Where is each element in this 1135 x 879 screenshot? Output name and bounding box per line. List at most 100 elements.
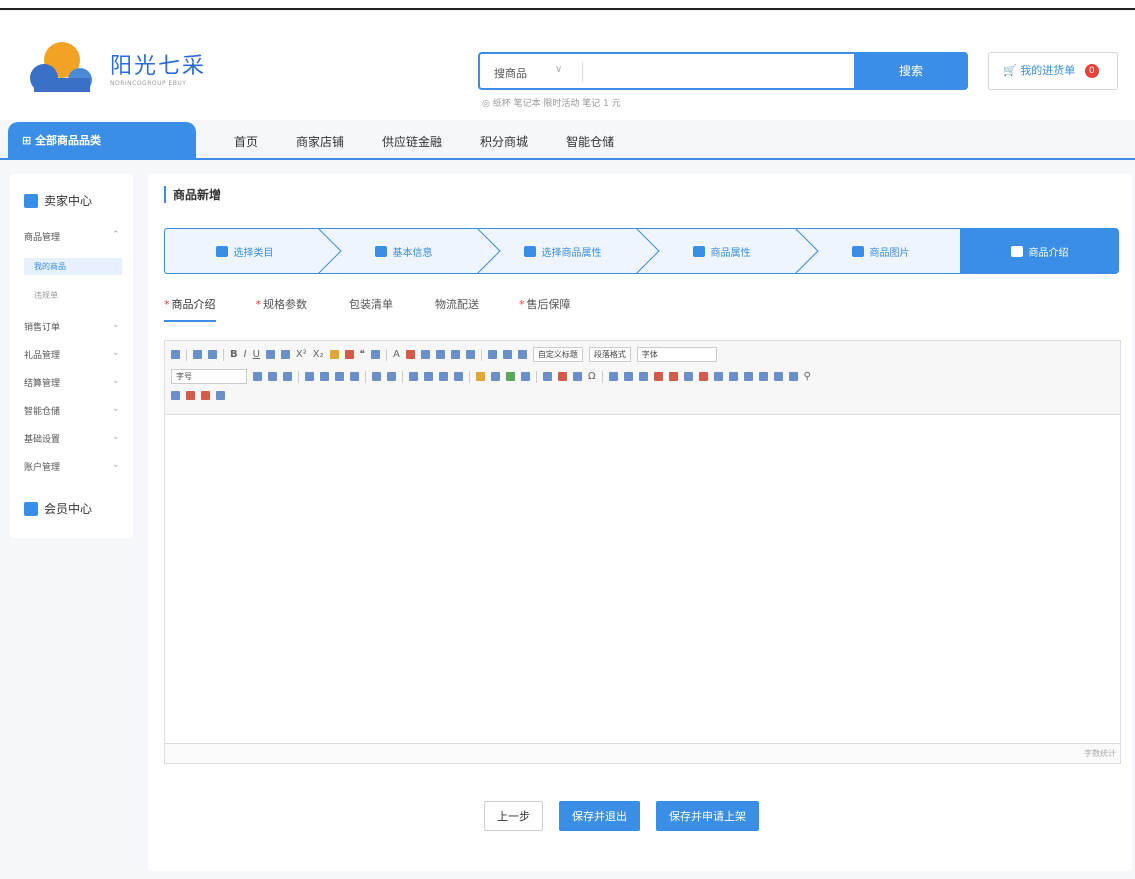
insert-col-icon[interactable] — [683, 372, 693, 381]
nav-item-shops[interactable]: 商家店铺 — [296, 133, 344, 150]
search-category[interactable]: 搜商品 — [494, 65, 527, 81]
search-replace-icon[interactable]: ⚲ — [804, 371, 811, 382]
background-icon[interactable] — [201, 391, 210, 400]
date-icon[interactable] — [558, 372, 567, 381]
italic-icon[interactable]: I — [244, 349, 247, 360]
insert-table-icon[interactable] — [608, 372, 618, 381]
image-right-icon[interactable] — [424, 372, 433, 381]
align-center-icon[interactable] — [320, 372, 329, 381]
chevron-down-icon[interactable]: ⌄ — [112, 376, 120, 386]
chevron-down-icon[interactable]: ⌄ — [112, 320, 120, 330]
paragraph-spacing-icon[interactable] — [502, 350, 512, 359]
font-family-select[interactable]: 字体 — [636, 347, 717, 362]
merge-right-icon[interactable] — [728, 372, 738, 381]
superscript-icon[interactable]: X² — [296, 349, 307, 360]
brand-name[interactable]: 阳光七采 — [110, 48, 206, 80]
map-icon[interactable] — [521, 372, 530, 381]
image-left-icon[interactable] — [409, 372, 418, 381]
tab-after-sales[interactable]: * 售后保障 — [519, 296, 571, 322]
bold-icon[interactable]: B — [230, 349, 238, 360]
image-center-icon[interactable] — [454, 372, 463, 381]
redo-icon[interactable] — [208, 350, 217, 359]
hot-words[interactable]: ◎ 纸杯 笔记本 限时活动 笔记 1 元 — [482, 96, 621, 109]
align-right-icon[interactable] — [335, 372, 344, 381]
sidebar-item-gifts[interactable]: 礼品管理 — [24, 348, 60, 361]
select-all-icon[interactable] — [450, 350, 460, 359]
align-left-icon[interactable] — [305, 372, 314, 381]
nav-item-warehouse[interactable]: 智能仓储 — [566, 133, 614, 150]
unordered-list-icon[interactable] — [435, 350, 445, 359]
format-painter-icon[interactable] — [329, 350, 339, 359]
save-submit-button[interactable]: 保存并申请上架 — [656, 801, 759, 831]
rtl-icon[interactable] — [268, 372, 277, 381]
unlink-icon[interactable] — [387, 372, 396, 381]
insert-video-icon[interactable] — [506, 372, 515, 381]
ordered-list-icon[interactable] — [420, 350, 430, 359]
tab-specs[interactable]: * 规格参数 — [256, 296, 308, 322]
underline-icon[interactable]: U — [253, 349, 260, 360]
image-none-icon[interactable] — [439, 372, 448, 381]
split-cols-icon[interactable] — [788, 372, 798, 381]
step-images[interactable]: 商品图片 — [801, 228, 960, 274]
line-height-icon[interactable] — [517, 350, 527, 359]
custom-title-select[interactable]: 自定义标题 — [532, 347, 583, 362]
search-input[interactable] — [588, 58, 848, 84]
step-attributes[interactable]: 商品属性 — [642, 228, 819, 274]
merge-down-icon[interactable] — [743, 372, 753, 381]
chevron-down-icon[interactable]: ∨ — [555, 64, 562, 75]
save-exit-button[interactable]: 保存并退出 — [559, 801, 640, 831]
sidebar-item-account[interactable]: 账户管理 — [24, 460, 60, 473]
highlight-icon[interactable] — [405, 350, 415, 359]
all-categories-button[interactable]: ⊞ 全部商品品类 — [8, 122, 196, 160]
sidebar-section-seller[interactable]: 卖家中心 — [24, 192, 92, 209]
tab-shipping[interactable]: 物流配送 — [433, 296, 479, 322]
attachment-icon[interactable] — [216, 391, 225, 400]
sidebar-sub-violations[interactable]: 违规单 — [34, 290, 58, 301]
time-icon[interactable] — [573, 372, 582, 381]
prev-button[interactable]: 上一步 — [484, 801, 543, 831]
chevron-up-icon[interactable]: ⌃ — [112, 230, 120, 240]
ltr-icon[interactable] — [253, 372, 262, 381]
tab-packing[interactable]: 包装清单 — [347, 296, 393, 322]
paste-icon[interactable] — [371, 350, 381, 359]
row-spacing-icon[interactable] — [487, 350, 497, 359]
insert-row-icon[interactable] — [653, 372, 663, 381]
sidebar-item-settlement[interactable]: 结算管理 — [24, 376, 60, 389]
delete-row-icon[interactable] — [668, 372, 678, 381]
sidebar-section-member[interactable]: 会员中心 — [24, 500, 92, 517]
paragraph-format-select[interactable]: 段落格式 — [588, 347, 631, 362]
undo-icon[interactable] — [193, 350, 202, 359]
nav-item-home[interactable]: 首页 — [234, 133, 258, 150]
horizontal-rule-icon[interactable] — [543, 372, 552, 381]
font-color-icon[interactable]: A — [393, 349, 400, 360]
nav-item-points-mall[interactable]: 积分商城 — [480, 133, 528, 150]
cart-button[interactable]: 🛒 我的进货单 0 — [988, 52, 1118, 90]
delete-col-icon[interactable] — [698, 372, 708, 381]
subscript-icon[interactable]: X₂ — [313, 349, 324, 360]
sidebar-item-goods[interactable]: 商品管理 — [24, 230, 60, 243]
chevron-down-icon[interactable]: ⌄ — [112, 348, 120, 358]
help-icon[interactable] — [171, 391, 180, 400]
clear-doc-icon[interactable] — [465, 350, 475, 359]
tab-description[interactable]: * 商品介绍 — [164, 296, 216, 322]
step-description[interactable]: 商品介绍 — [960, 228, 1119, 274]
chevron-down-icon[interactable]: ⌄ — [112, 460, 120, 470]
quote-icon[interactable]: ❝ — [360, 349, 365, 360]
search-button[interactable]: 搜索 — [854, 52, 968, 90]
step-select-attributes[interactable]: 选择商品属性 — [483, 228, 660, 274]
insert-image-icon[interactable] — [491, 372, 500, 381]
clear-format-icon[interactable] — [344, 350, 354, 359]
font-size-select[interactable]: 字号 — [171, 369, 247, 384]
step-select-category[interactable]: 选择类目 — [164, 228, 342, 274]
sidebar-item-warehouse[interactable]: 智能仓储 — [24, 404, 60, 417]
link-icon[interactable] — [372, 372, 381, 381]
sidebar-item-orders[interactable]: 销售订单 — [24, 320, 60, 333]
source-icon[interactable] — [171, 350, 180, 359]
delete-table-icon[interactable] — [623, 372, 633, 381]
border-icon[interactable] — [265, 350, 275, 359]
step-basic-info[interactable]: 基本信息 — [324, 228, 501, 274]
chevron-down-icon[interactable]: ⌄ — [112, 404, 120, 414]
split-rows-icon[interactable] — [773, 372, 783, 381]
sidebar-sub-my-goods[interactable]: 我的商品 — [24, 258, 122, 275]
indent-icon[interactable] — [283, 372, 292, 381]
